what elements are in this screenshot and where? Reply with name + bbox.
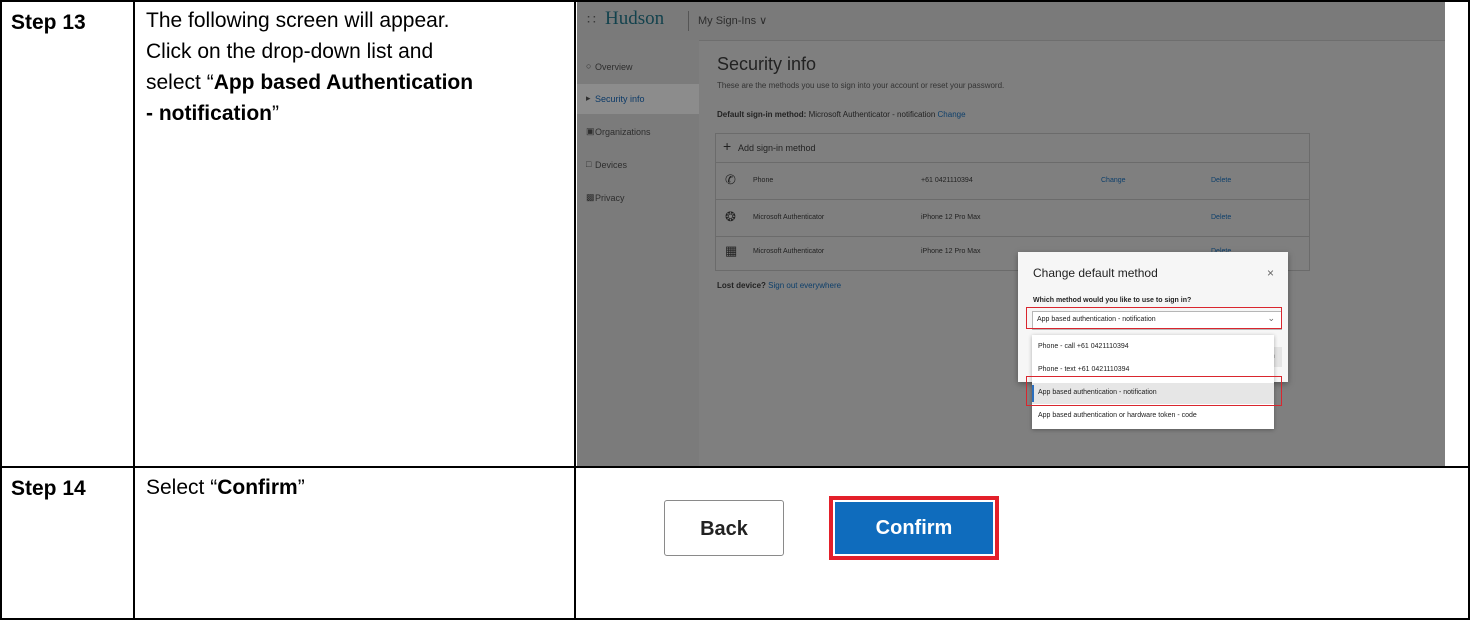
header-divider xyxy=(688,11,689,31)
nav-privacy-label: Privacy xyxy=(595,193,625,203)
default-method-value: Microsoft Authenticator - notification xyxy=(808,110,936,119)
default-method-line: Default sign-in method: Microsoft Authen… xyxy=(717,110,966,119)
page-title: Security info xyxy=(717,54,817,74)
lost-device-label: Lost device? xyxy=(717,281,766,290)
method-delete-link[interactable]: Delete xyxy=(1211,177,1231,184)
nav-devices[interactable]: □ Devices xyxy=(577,150,699,180)
step-14-instruction: Select “Confirm” xyxy=(146,472,305,503)
devices-icon: □ xyxy=(586,159,592,169)
method-detail: iPhone 12 Pro Max xyxy=(921,248,981,255)
confirm-button[interactable]: Confirm xyxy=(835,502,993,554)
dropdown-option-phone-call[interactable]: Phone - call +61 0421110394 xyxy=(1032,337,1274,358)
method-delete-link[interactable]: Delete xyxy=(1211,214,1231,221)
step-13-line-1: The following screen will appear. xyxy=(146,9,450,32)
option-label: App based authentication or hardware tok… xyxy=(1038,412,1197,419)
step-13-bold-option-1: App based Authentication xyxy=(213,71,474,94)
add-method-label: Add sign-in method xyxy=(738,143,816,153)
close-icon[interactable]: × xyxy=(1267,266,1274,280)
security-info-screenshot: ∷ Hudson My Sign-Ins ∨ ○ Overview ▸ Secu… xyxy=(577,2,1445,466)
page-subtitle: These are the methods you use to sign in… xyxy=(717,81,1005,90)
option-label: Phone - text +61 0421110394 xyxy=(1038,366,1130,373)
method-change-link[interactable]: Change xyxy=(1101,177,1126,184)
option-label: Phone - call +61 0421110394 xyxy=(1038,343,1129,350)
table-border-col1 xyxy=(133,0,135,620)
method-detail: iPhone 12 Pro Max xyxy=(921,214,981,221)
nav-security-info-label: Security info xyxy=(595,94,645,104)
dropdown-option-app-code[interactable]: App based authentication or hardware tok… xyxy=(1032,406,1274,427)
nav-overview[interactable]: ○ Overview xyxy=(577,52,699,82)
my-sign-ins-menu[interactable]: My Sign-Ins ∨ xyxy=(698,14,767,27)
step-13-select-prefix: select “ xyxy=(146,71,214,94)
step-13-bold-option-2: - notification xyxy=(146,102,272,125)
privacy-icon: ▩ xyxy=(586,192,595,202)
overview-icon: ○ xyxy=(586,61,592,71)
side-nav: ○ Overview ▸ Security info ▣ Organizatio… xyxy=(577,40,699,466)
nav-overview-label: Overview xyxy=(595,62,633,72)
sign-out-everywhere-link[interactable]: Sign out everywhere xyxy=(768,281,841,290)
table-border-left xyxy=(0,0,2,620)
step-14-label: Step 14 xyxy=(11,477,86,500)
step-13-line-4: - notification” xyxy=(146,98,566,129)
method-name: Microsoft Authenticator xyxy=(753,248,825,255)
dialog-title: Change default method xyxy=(1033,266,1158,280)
phone-icon: ✆ xyxy=(725,172,736,187)
method-name: Phone xyxy=(753,177,774,184)
method-name: Microsoft Authenticator xyxy=(753,214,825,221)
step-14-close-quote: ” xyxy=(297,476,305,499)
default-method-change-link[interactable]: Change xyxy=(938,110,966,119)
table-border-col2 xyxy=(574,0,576,620)
methods-list: + Add sign-in method ✆ Phone +61 0421110… xyxy=(715,133,1310,271)
selected-option-highlight-box xyxy=(1026,376,1282,406)
back-button[interactable]: Back xyxy=(664,500,784,556)
step-13-line-2: Click on the drop-down list and xyxy=(146,40,434,63)
nav-devices-label: Devices xyxy=(595,160,628,170)
step-13-line-3: select “App based Authentication xyxy=(146,67,566,98)
step-13-label: Step 13 xyxy=(11,11,86,34)
default-method-label: Default sign-in method: xyxy=(717,110,807,119)
method-row-phone: ✆ Phone +61 0421110394 Change Delete xyxy=(716,163,1309,200)
step-13-instruction: The following screen will appear. Click … xyxy=(146,5,566,129)
nav-privacy[interactable]: ▩ Privacy xyxy=(577,183,699,213)
nav-organizations-label: Organizations xyxy=(595,127,651,137)
step-14-prefix: Select “ xyxy=(146,476,218,499)
app-launcher-icon[interactable]: ∷ xyxy=(587,11,596,28)
add-method-row[interactable]: + Add sign-in method xyxy=(716,134,1309,163)
table-border-middle xyxy=(0,466,1470,468)
organizations-icon: ▣ xyxy=(586,126,595,136)
brand-logo: Hudson xyxy=(605,8,665,29)
security-icon: ▸ xyxy=(586,93,591,103)
dialog-question: Which method would you like to use to si… xyxy=(1033,297,1192,304)
dropdown-highlight-box xyxy=(1026,307,1282,329)
nav-security-info[interactable]: ▸ Security info xyxy=(577,84,699,114)
lost-device-line: Lost device? Sign out everywhere xyxy=(717,281,841,290)
authenticator-passwordless-icon: ▦ xyxy=(725,243,738,258)
authenticator-icon: ❂ xyxy=(725,209,736,224)
top-bar: ∷ Hudson My Sign-Ins ∨ xyxy=(577,2,1445,41)
method-detail: +61 0421110394 xyxy=(921,177,973,184)
nav-organizations[interactable]: ▣ Organizations xyxy=(577,117,699,147)
step-14-bold: Confirm xyxy=(217,476,298,499)
step-13-close-quote: ” xyxy=(271,102,279,125)
plus-icon: + xyxy=(723,138,732,154)
method-row-authenticator: ❂ Microsoft Authenticator iPhone 12 Pro … xyxy=(716,200,1309,237)
